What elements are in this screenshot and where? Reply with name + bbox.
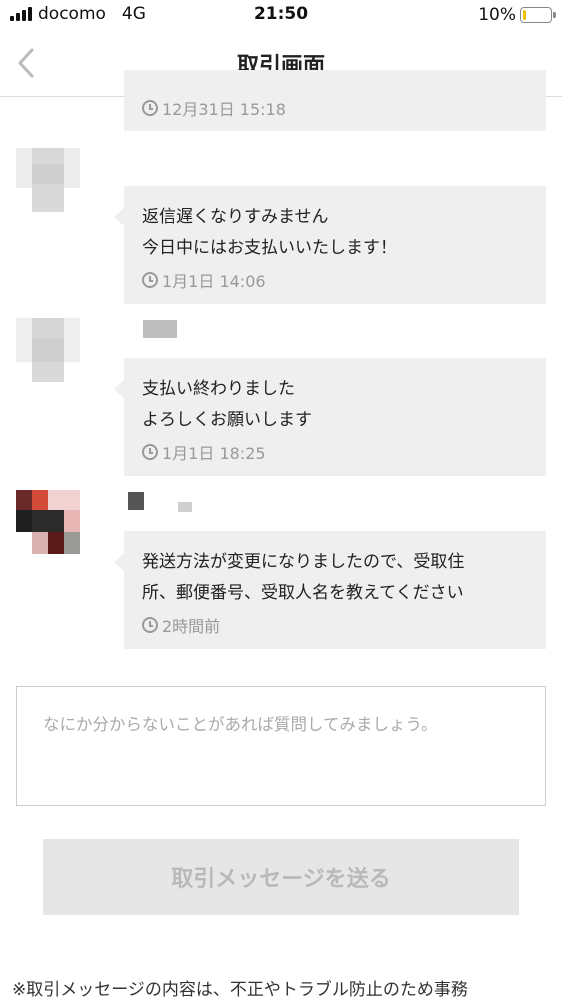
message-time: 12月31日 15:18: [142, 96, 528, 120]
battery-percent: 10%: [478, 5, 516, 25]
clock-icon: [142, 617, 158, 633]
avatar[interactable]: [16, 318, 80, 382]
clock-icon: [142, 272, 158, 288]
message-time: 1月1日 18:25: [142, 440, 528, 464]
user-name-redacted: [178, 502, 192, 512]
clock-icon: [142, 444, 158, 460]
message-input[interactable]: [17, 687, 545, 805]
status-bar: docomo 4G 21:50 10%: [0, 0, 562, 30]
message-text: 所、郵便番号、受取人名を教えてください: [142, 583, 464, 603]
message-bubble: 返信遅くなりすみません 今日中にはお支払いいたします！ 1月1日 14:06: [114, 186, 546, 304]
message-time: 2時間前: [142, 613, 528, 637]
send-message-button[interactable]: 取引メッセージを送る: [43, 839, 519, 915]
clock-icon: [142, 100, 158, 116]
message-text: よろしくお願いします: [142, 410, 312, 430]
message-bubble: 発送方法が変更になりましたので、受取住 所、郵便番号、受取人名を教えてください …: [114, 531, 546, 649]
message-time: 1月1日 14:06: [142, 268, 528, 292]
message-text: 発送方法が変更になりましたので、受取住: [142, 552, 465, 572]
message-text: 返信遅くなりすみません: [142, 207, 329, 227]
footer-note: ※取引メッセージの内容は、不正やトラブル防止のため事務: [12, 980, 468, 1000]
message-time-text: 12月31日 15:18: [162, 100, 286, 119]
message-composer: [16, 686, 546, 806]
status-right: 10%: [478, 5, 556, 25]
message-time-text: 1月1日 18:25: [162, 444, 266, 463]
battery-icon: [520, 7, 556, 23]
user-name-redacted: [143, 320, 177, 338]
message-bubble: 支払い終わりました よろしくお願いします 1月1日 18:25: [114, 358, 546, 476]
message-time-text: 1月1日 14:06: [162, 272, 266, 291]
avatar[interactable]: [16, 490, 80, 554]
avatar[interactable]: [16, 148, 80, 212]
message-time-text: 2時間前: [162, 617, 221, 636]
message-text: 今日中にはお支払いいたします！: [142, 238, 397, 258]
message-bubble: 12月31日 15:18: [124, 70, 546, 131]
message-text: 支払い終わりました: [142, 379, 295, 399]
user-name-redacted: [128, 492, 144, 510]
